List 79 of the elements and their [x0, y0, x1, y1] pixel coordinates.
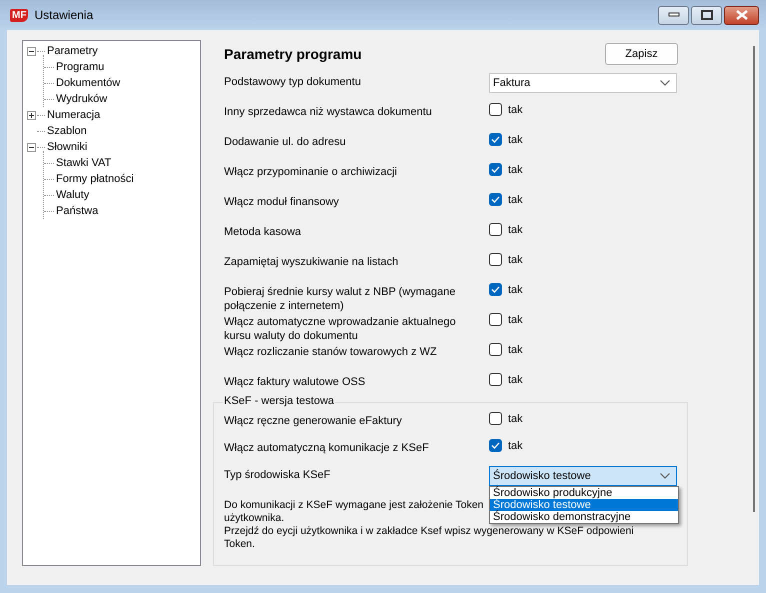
- collapse-icon[interactable]: [27, 46, 36, 56]
- checkbox[interactable]: [489, 439, 502, 452]
- tree-item[interactable]: Stawki VAT: [56, 157, 112, 169]
- group-title: KSeF - wersja testowa: [223, 395, 336, 407]
- collapse-icon[interactable]: [27, 142, 36, 152]
- checkbox[interactable]: [489, 103, 502, 116]
- setting-label: Metoda kasowa: [224, 225, 302, 239]
- checkbox-label: tak: [508, 344, 523, 356]
- checkbox-label: tak: [508, 412, 523, 424]
- setting-label: Włącz automatyczną komunikacje z KSeF: [224, 441, 430, 455]
- tree-item[interactable]: Wydruków: [56, 93, 108, 105]
- close-button[interactable]: [724, 6, 759, 24]
- setting-label: Włącz faktury walutowe OSS: [224, 375, 366, 389]
- tree-item[interactable]: Szablon: [47, 125, 87, 137]
- checkbox[interactable]: [489, 133, 502, 146]
- setting-label: Włącz rozliczanie stanów towarowych z WZ: [224, 345, 438, 359]
- info-text: użytkownika.: [224, 512, 284, 525]
- check-icon: [491, 442, 500, 449]
- minimize-icon: [668, 12, 680, 18]
- checkbox[interactable]: [489, 343, 502, 356]
- checkbox-label: tak: [508, 374, 523, 386]
- setting-label: Inny sprzedawca niż wystawca dokumentu: [224, 105, 433, 119]
- checkbox-label: tak: [508, 194, 523, 206]
- check-icon: [491, 136, 500, 143]
- maximize-button[interactable]: [691, 6, 722, 24]
- info-text: Do komunikacji z KSeF wymagane jest założenie Token: [224, 499, 484, 512]
- checkbox[interactable]: [489, 373, 502, 386]
- checkbox[interactable]: [489, 283, 502, 296]
- checkbox-label: tak: [508, 314, 523, 326]
- dropdown-option[interactable]: Środowisko demonstracyjne: [490, 511, 678, 523]
- setting-label: Włącz przypominanie o archiwizacji: [224, 165, 398, 179]
- checkbox-label: tak: [508, 134, 523, 146]
- chevron-icon: [660, 80, 670, 86]
- checkbox[interactable]: [489, 253, 502, 266]
- tree-item[interactable]: Słowniki: [47, 141, 88, 153]
- setting-label: Włącz automatyczne wprowadzanie aktualnego kursu waluty do dokumentu: [224, 315, 457, 343]
- tree-item[interactable]: Numeracja: [47, 109, 100, 121]
- check-icon: [491, 196, 500, 203]
- checkbox-label: tak: [508, 104, 523, 116]
- tree-item[interactable]: Waluty: [56, 189, 90, 201]
- window-title: Ustawienia: [34, 8, 94, 22]
- tree-item[interactable]: Dokumentów: [56, 77, 120, 89]
- save-button[interactable]: Zapisz: [605, 43, 678, 65]
- setting-label: Typ środowiska KSeF: [224, 468, 332, 482]
- checkbox[interactable]: [489, 193, 502, 206]
- dropdown-option[interactable]: Środowisko testowe: [490, 499, 678, 511]
- setting-label: Włącz ręczne generowanie eFaktury: [224, 414, 403, 428]
- checkbox-label: tak: [508, 440, 523, 452]
- setting-label: Zapamiętaj wyszukiwanie na listach: [224, 255, 400, 269]
- close-icon: [736, 10, 748, 20]
- dropdown-option[interactable]: Środowisko produkcyjne: [490, 487, 678, 499]
- checkbox[interactable]: [489, 163, 502, 176]
- minimize-button[interactable]: [658, 6, 689, 24]
- info-text: Token.: [224, 538, 255, 551]
- setting-label: Dodawanie ul. do adresu: [224, 135, 347, 149]
- section-heading: Parametry programu: [224, 46, 362, 62]
- tree-item[interactable]: Programu: [56, 61, 104, 73]
- maximize-icon: [700, 10, 712, 20]
- setting-label: Podstawowy typ dokumentu: [224, 75, 362, 89]
- setting-label: Włącz moduł finansowy: [224, 195, 340, 209]
- tree-item[interactable]: Formy płatności: [56, 173, 134, 185]
- app-logo: MF: [10, 8, 28, 22]
- environment-dropdown[interactable]: Środowisko testowe: [489, 466, 677, 486]
- setting-label: Pobieraj średnie kursy walut z NBP (wymagane połączenie z internetem): [224, 285, 457, 313]
- check-icon: [491, 166, 500, 173]
- checkbox[interactable]: [489, 223, 502, 236]
- chevron-icon: [660, 473, 670, 479]
- checkbox[interactable]: [489, 412, 502, 425]
- check-icon: [491, 286, 500, 293]
- checkbox-label: tak: [508, 164, 523, 176]
- checkbox-label: tak: [508, 254, 523, 266]
- info-text: Przejdź do eycji użytkownika i w zakładce Ksef wpisz wygenerowany w KSeF odpowieni: [224, 525, 634, 538]
- checkbox-label: tak: [508, 284, 523, 296]
- checkbox[interactable]: [489, 313, 502, 326]
- tree-item[interactable]: Parametry: [47, 45, 98, 57]
- checkbox-label: tak: [508, 224, 523, 236]
- tree-item[interactable]: Państwa: [56, 205, 98, 217]
- document-type-dropdown[interactable]: Faktura: [489, 73, 677, 93]
- expand-icon[interactable]: [27, 110, 36, 120]
